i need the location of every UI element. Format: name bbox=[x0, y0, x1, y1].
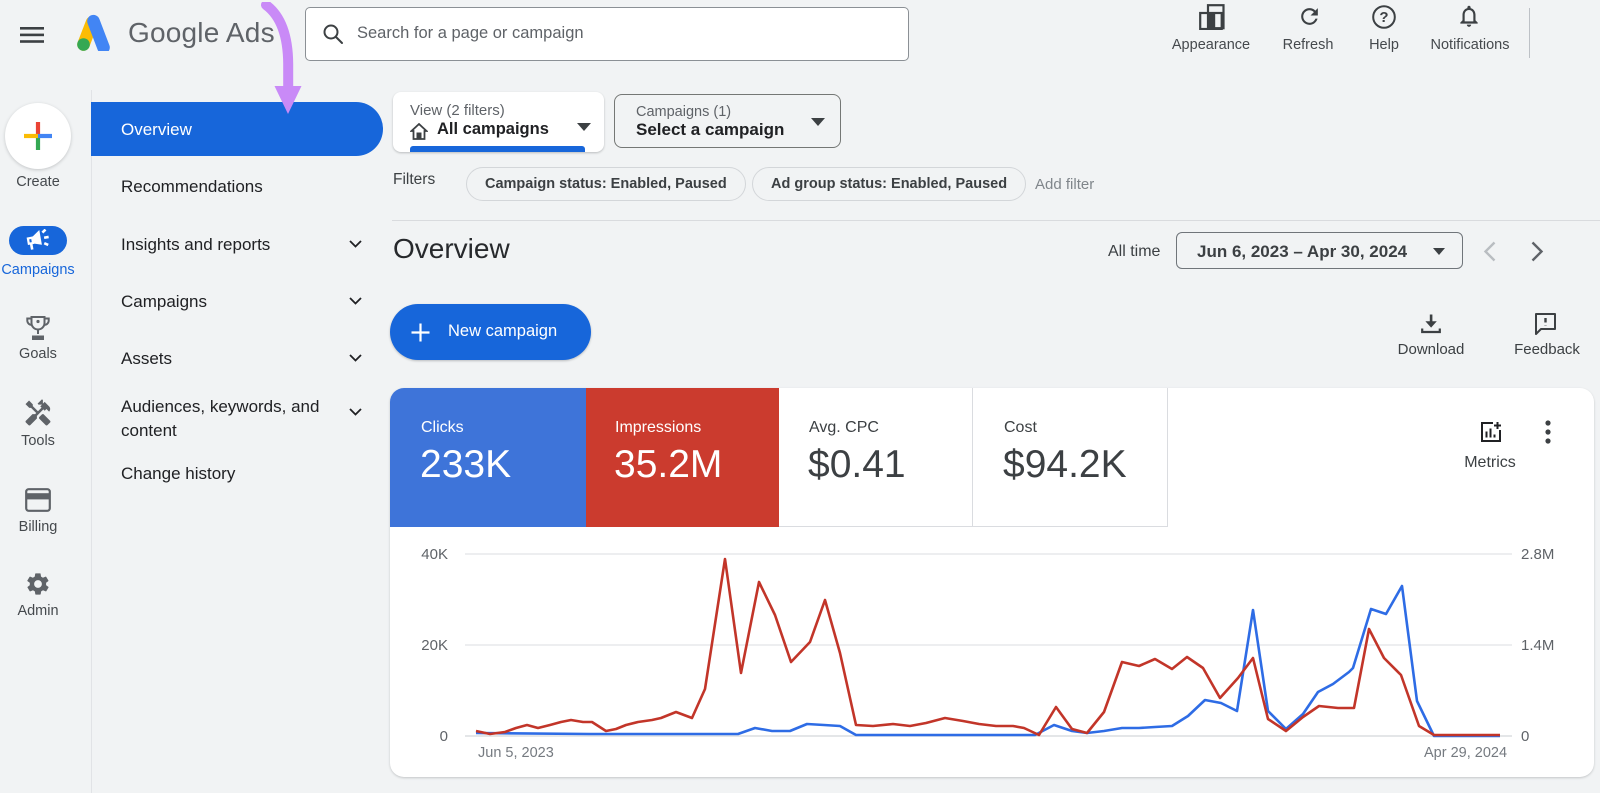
svg-text:Apr 29, 2024: Apr 29, 2024 bbox=[1424, 745, 1507, 761]
svg-text:20K: 20K bbox=[421, 637, 448, 654]
svg-text:0: 0 bbox=[440, 728, 448, 745]
svg-text:0: 0 bbox=[1521, 728, 1529, 745]
svg-text:?: ? bbox=[1379, 9, 1388, 26]
svg-text:2.8M: 2.8M bbox=[1521, 546, 1554, 563]
svg-text:Jun 5, 2023: Jun 5, 2023 bbox=[478, 745, 554, 761]
svg-text:40K: 40K bbox=[421, 546, 448, 563]
svg-text:1.4M: 1.4M bbox=[1521, 637, 1554, 654]
